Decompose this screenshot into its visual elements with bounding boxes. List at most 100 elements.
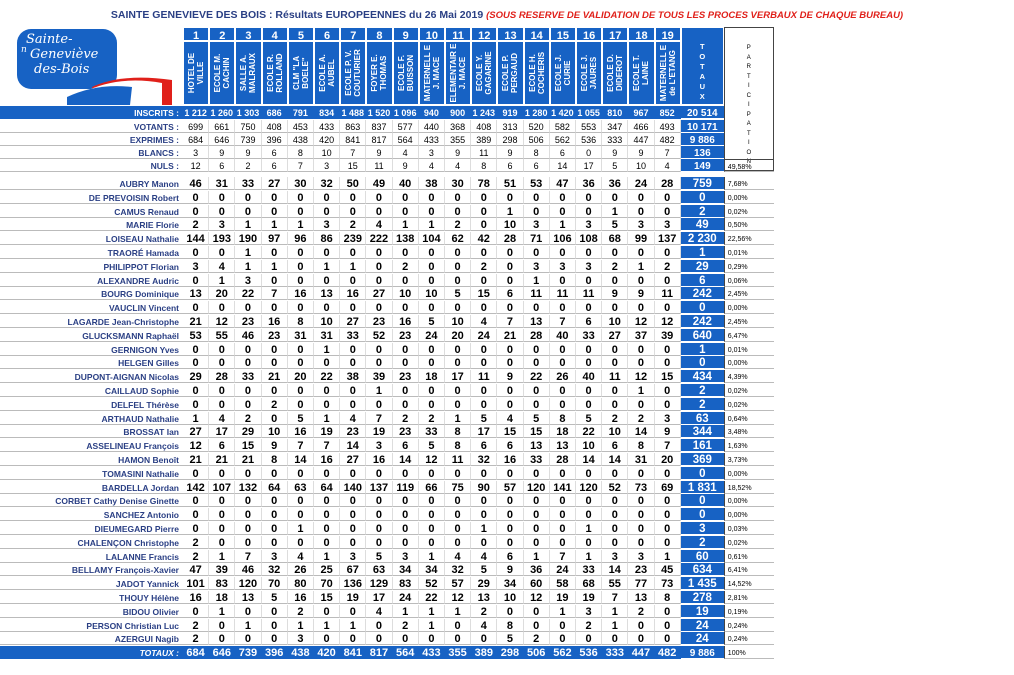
candidate-value: 1: [602, 604, 629, 618]
candidate-value: 39: [654, 328, 681, 342]
candidate-value: 0: [523, 494, 550, 508]
candidate-value: 1: [471, 522, 498, 535]
candidate-value: 0: [523, 384, 550, 397]
candidate-value: 5: [523, 411, 550, 425]
candidate-value: 0: [418, 301, 445, 315]
candidate-value: 16: [261, 315, 288, 328]
candidate-value: 0: [366, 535, 393, 549]
stat-value: 7: [654, 146, 681, 159]
stat-value: 482: [654, 133, 681, 146]
candidate-value: 64: [314, 480, 341, 494]
candidate-value: 53: [523, 177, 550, 190]
candidate-value: 0: [549, 508, 576, 522]
candidate-value: 33: [523, 453, 550, 466]
candidate-value: 12: [654, 315, 681, 328]
candidate-value: 138: [392, 232, 419, 246]
candidate-value: 0: [340, 494, 367, 508]
candidate-name: HELGEN Gilles: [0, 356, 183, 370]
candidate-value: 40: [576, 370, 603, 384]
candidate-value: 3: [549, 259, 576, 273]
candidate-value: 40: [392, 177, 419, 190]
candidate-name: THOUY Hélène: [0, 591, 183, 604]
candidate-value: 0: [549, 246, 576, 259]
candidate-value: 1: [235, 218, 262, 232]
candidate-value: 0: [471, 397, 498, 411]
candidate-value: 0: [445, 301, 472, 315]
candidate-value: 8: [287, 315, 314, 328]
candidate-total: 634: [680, 563, 724, 577]
candidate-value: 47: [183, 563, 210, 577]
candidate-value: 19: [549, 591, 576, 604]
candidate-value: 0: [183, 466, 210, 480]
candidate-total: 759: [680, 177, 724, 190]
stat-value: 863: [340, 120, 367, 133]
candidate-value: 0: [340, 204, 367, 218]
stat-value: 0: [576, 146, 603, 159]
candidate-value: 193: [209, 232, 236, 246]
candidate-percent: 7,68%: [723, 177, 774, 190]
candidate-value: 0: [549, 204, 576, 218]
candidate-value: 12: [183, 439, 210, 453]
candidate-value: 108: [576, 232, 603, 246]
candidate-value: 2: [340, 218, 367, 232]
candidate-value: 3: [576, 604, 603, 618]
bureau-name: ECOLE J. CURIE: [549, 41, 576, 105]
candidate-value: 1: [628, 384, 655, 397]
stat-value: 6: [261, 159, 288, 172]
bureau-name: ECOLE M. CACHIN: [209, 41, 236, 105]
stat-value: 408: [261, 120, 288, 133]
candidate-value: 36: [602, 177, 629, 190]
candidate-value: 5: [366, 549, 393, 563]
candidate-name: VAUCLIN Vincent: [0, 301, 183, 315]
candidate-total: 0: [680, 494, 724, 508]
bureau-name: ECOLE R. ROLLAND: [261, 41, 288, 105]
bureau-name-text: ECOLE J. JAURES: [580, 54, 599, 92]
candidate-value: 0: [314, 190, 341, 204]
stat-value: 4: [392, 146, 419, 159]
candidate-value: 137: [654, 232, 681, 246]
candidate-value: 33: [340, 328, 367, 342]
candidate-value: 8: [445, 425, 472, 439]
candidate-value: 99: [628, 232, 655, 246]
stat-value: 967: [628, 106, 655, 119]
candidate-value: 0: [497, 535, 524, 549]
candidate-value: 37: [628, 328, 655, 342]
candidate-value: 0: [340, 356, 367, 370]
stat-value: 834: [314, 106, 341, 119]
stat-value: 1 096: [392, 106, 419, 119]
bureau-name: HOTEL DE VILLE: [183, 41, 210, 105]
candidate-value: 0: [523, 301, 550, 315]
candidate-value: 15: [497, 425, 524, 439]
candidate-value: 0: [392, 384, 419, 397]
totaux-value: 298: [497, 646, 524, 660]
candidate-value: 0: [287, 535, 314, 549]
candidate-value: 0: [392, 246, 419, 259]
candidate-value: 31: [314, 328, 341, 342]
candidate-value: 1: [392, 218, 419, 232]
candidate-value: 0: [261, 535, 288, 549]
candidate-value: 21: [235, 453, 262, 466]
logo-line3: des-Bois: [34, 62, 90, 77]
candidate-name: LALANNE Francis: [0, 550, 183, 563]
stat-value: 3: [418, 146, 445, 159]
candidate-value: 28: [654, 177, 681, 190]
bureau-number: 10: [418, 27, 445, 41]
stat-value: 333: [602, 133, 629, 146]
candidate-value: 120: [523, 480, 550, 494]
candidate-value: 0: [445, 204, 472, 218]
candidate-value: 8: [497, 618, 524, 632]
candidate-value: 144: [183, 232, 210, 246]
candidate-value: 33: [576, 563, 603, 577]
candidate-value: 0: [340, 190, 367, 204]
candidate-value: 0: [523, 246, 550, 259]
stat-value: 9: [235, 146, 262, 159]
candidate-percent: 0,24%: [723, 618, 774, 632]
candidate-percent: 0,03%: [723, 522, 774, 535]
candidate-value: 0: [209, 384, 236, 397]
candidate-value: 1: [209, 604, 236, 618]
totaux-value: 438: [287, 646, 314, 660]
totaux-header: TOTAUX: [680, 27, 724, 105]
candidate-value: 0: [287, 190, 314, 204]
candidate-value: 13: [549, 439, 576, 453]
candidate-value: 7: [602, 591, 629, 604]
